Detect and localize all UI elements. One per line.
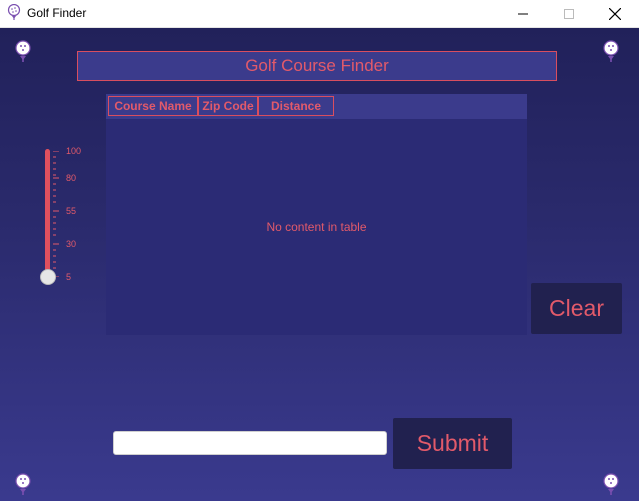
maximize-button[interactable] <box>546 0 592 27</box>
page-title: Golf Course Finder <box>77 51 557 81</box>
golf-ball-icon <box>6 3 22 22</box>
slider-ticks <box>53 151 59 277</box>
minimize-button[interactable] <box>500 0 546 27</box>
table-empty-message: No content in table <box>266 220 367 234</box>
golf-ball-icon <box>14 473 32 497</box>
search-input[interactable] <box>113 431 387 455</box>
submit-button[interactable]: Submit <box>393 418 512 469</box>
slider-thumb[interactable] <box>40 269 56 285</box>
slider-tick-label: 80 <box>66 173 77 183</box>
slider-tick-label: 5 <box>66 272 72 282</box>
app-content: Golf Course Finder 100 80 55 30 5 Course… <box>0 28 639 501</box>
column-header-zip-code[interactable]: Zip Code <box>198 96 258 116</box>
column-header-distance[interactable]: Distance <box>258 96 334 116</box>
slider-tick-label: 30 <box>66 239 77 249</box>
golf-ball-icon <box>602 40 620 64</box>
slider-tick-label: 55 <box>66 206 77 216</box>
slider-tick-label: 100 <box>66 146 82 156</box>
results-table[interactable]: Course Name Zip Code Distance No content… <box>106 94 527 335</box>
golf-ball-icon <box>602 473 620 497</box>
maximize-icon <box>564 8 574 19</box>
title-bar: Golf Finder <box>0 0 639 28</box>
minimize-icon <box>518 13 528 14</box>
column-header-course-name[interactable]: Course Name <box>108 96 198 116</box>
table-header: Course Name Zip Code Distance <box>106 94 527 119</box>
slider-track[interactable] <box>45 149 50 277</box>
golf-ball-icon <box>14 40 32 64</box>
close-icon <box>609 7 621 20</box>
clear-button[interactable]: Clear <box>531 283 622 334</box>
close-button[interactable] <box>592 0 638 27</box>
window-title: Golf Finder <box>27 6 87 20</box>
